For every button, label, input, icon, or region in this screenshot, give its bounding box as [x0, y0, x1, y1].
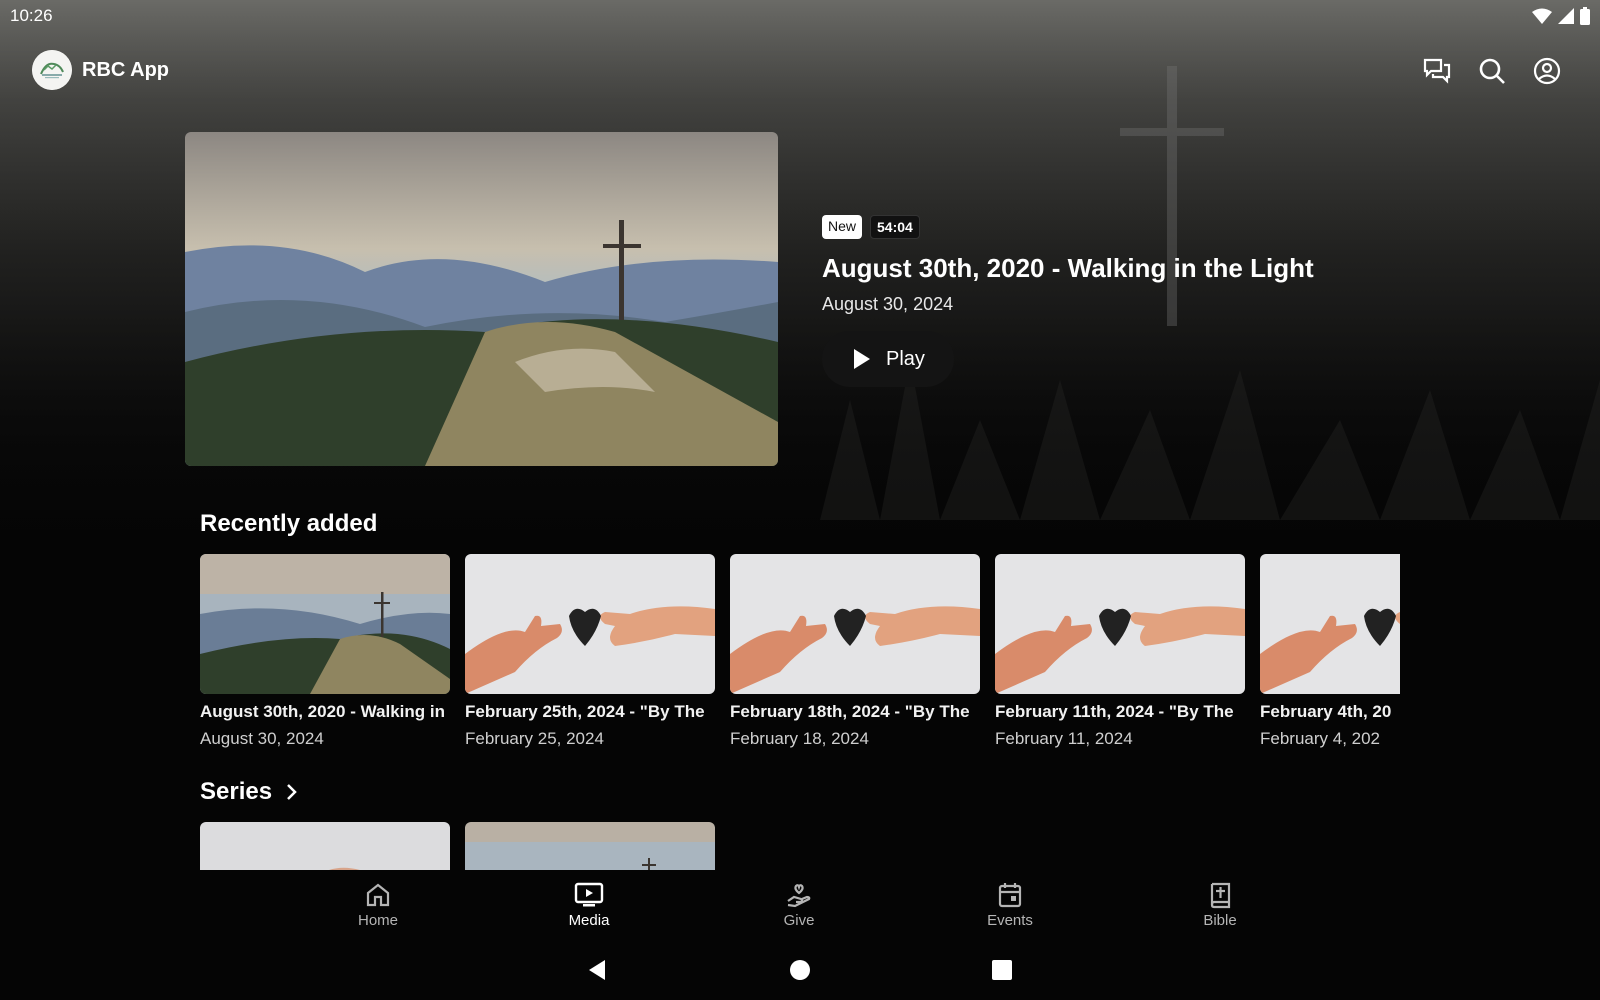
app-logo[interactable]: [32, 50, 72, 90]
nav-item-events[interactable]: Events: [960, 880, 1060, 929]
recently-added-heading: Recently added: [200, 510, 378, 537]
card-title: August 30th, 2020 - Walking in: [200, 702, 445, 721]
system-recents-button[interactable]: [990, 958, 1014, 982]
hero-date: August 30, 2024: [822, 294, 954, 314]
system-navigation-bar: [0, 940, 1600, 1000]
media-icon: [574, 882, 604, 907]
series-card[interactable]: [200, 822, 450, 870]
card-date: February 18, 2024: [730, 729, 869, 748]
battery-icon: [1580, 7, 1590, 25]
card-date: February 11, 2024: [995, 729, 1133, 748]
card-date: August 30, 2024: [200, 729, 324, 748]
app-top-bar: RBC App: [0, 46, 1600, 96]
nav-item-bible[interactable]: Bible: [1170, 880, 1270, 929]
status-icons: [1532, 7, 1590, 25]
status-time: 10:26: [10, 6, 53, 25]
card-title: February 25th, 2024 - "By The: [465, 702, 705, 721]
series-row: [200, 822, 720, 870]
nav-label-bible: Bible: [1203, 912, 1237, 929]
card-title: February 11th, 2024 - "By The: [995, 702, 1234, 721]
church-logo-icon: [32, 50, 72, 90]
recents-square-icon: [992, 960, 1012, 980]
media-card[interactable]: February 11th, 2024 - "By The February 1…: [995, 554, 1245, 749]
series-heading-link[interactable]: Series: [200, 778, 298, 806]
card-date: February 4, 202: [1260, 729, 1381, 748]
card-thumbnail: [995, 554, 1245, 694]
media-card[interactable]: August 30th, 2020 - Walking in August 30…: [200, 554, 450, 749]
media-card[interactable]: February 4th, 20 February 4, 202: [1260, 554, 1400, 749]
search-icon: [1479, 58, 1505, 84]
nav-label-events: Events: [987, 912, 1033, 929]
nav-label-give: Give: [783, 912, 815, 929]
card-thumbnail: [730, 554, 980, 694]
series-card[interactable]: [465, 822, 715, 870]
bottom-navigation: Home Media Give Events Bible: [0, 870, 1600, 940]
hands-heart-image: [1260, 554, 1400, 694]
wifi-icon: [1532, 8, 1552, 24]
card-date: February 25, 2024: [465, 729, 604, 748]
series-thumbnail-image: [465, 822, 715, 870]
hero-thumbnail[interactable]: [185, 132, 778, 466]
card-title: February 18th, 2024 - "By The: [730, 702, 970, 721]
play-button[interactable]: Play: [822, 331, 954, 387]
bible-icon: [1210, 882, 1231, 909]
give-icon: [787, 884, 811, 908]
chevron-right-icon: [287, 784, 297, 800]
status-bar: 10:26: [0, 0, 1600, 32]
nav-item-give[interactable]: Give: [749, 880, 849, 929]
duration-badge: 54:04: [870, 215, 920, 239]
account-icon: [1533, 57, 1561, 85]
nav-item-media[interactable]: Media: [539, 880, 639, 929]
nav-item-home[interactable]: Home: [328, 880, 428, 929]
account-button[interactable]: [1530, 54, 1564, 88]
hero-badges: New 54:04: [822, 215, 1522, 239]
app-title: RBC App: [82, 59, 170, 81]
nav-label-media: Media: [568, 912, 610, 929]
series-heading: Series: [200, 778, 273, 805]
media-card[interactable]: February 25th, 2024 - "By The February 2…: [465, 554, 715, 749]
hands-heart-image: [465, 554, 715, 694]
mountain-cross-image: [200, 554, 450, 694]
search-button[interactable]: [1475, 54, 1509, 88]
mountain-cross-image: [185, 132, 778, 466]
hero-info: New 54:04 August 30th, 2020 - Walking in…: [822, 215, 1522, 387]
card-thumbnail: [465, 554, 715, 694]
card-title: February 4th, 20: [1260, 702, 1392, 721]
calendar-icon: [998, 883, 1022, 908]
hands-heart-image: [730, 554, 980, 694]
back-triangle-icon: [589, 960, 605, 980]
messages-button[interactable]: [1420, 54, 1454, 88]
hero-title: August 30th, 2020 - Walking in the Light: [822, 253, 1314, 283]
home-icon: [366, 883, 390, 907]
system-back-button[interactable]: [585, 958, 609, 982]
media-card[interactable]: February 18th, 2024 - "By The February 1…: [730, 554, 980, 749]
series-thumbnail-image: [200, 822, 450, 870]
play-button-label: Play: [886, 347, 925, 370]
system-home-button[interactable]: [788, 958, 812, 982]
card-thumbnail: [200, 554, 450, 694]
new-badge: New: [822, 215, 863, 239]
card-thumbnail: [1260, 554, 1400, 694]
home-circle-icon: [790, 960, 810, 980]
hands-heart-image: [995, 554, 1245, 694]
play-icon: [854, 349, 870, 369]
nav-label-home: Home: [357, 912, 398, 929]
signal-icon: [1558, 8, 1574, 24]
messages-icon: [1423, 58, 1451, 84]
recently-added-row: August 30th, 2020 - Walking in August 30…: [200, 554, 1400, 754]
